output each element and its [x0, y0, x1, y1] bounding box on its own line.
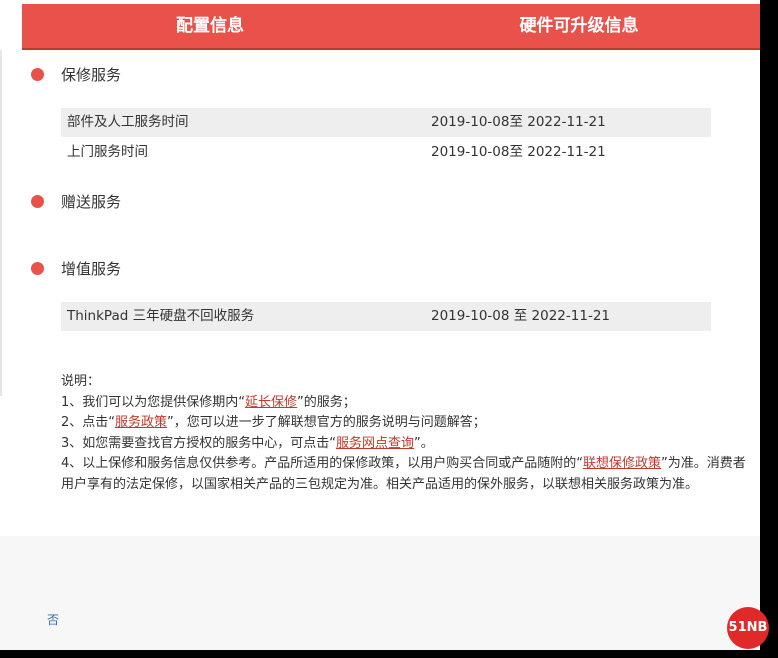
- note-text: 3、如您需要查找官方授权的服务中心，可点击“: [61, 435, 337, 451]
- bullet-dot-icon: [31, 68, 44, 81]
- service-period: 2019-10-08至 2022-11-21: [431, 114, 606, 130]
- bullet-dot-icon: [31, 195, 44, 208]
- note-line-1: 1、我们可以为您提供保修期内“延长保修”的服务；: [61, 393, 751, 414]
- tab-bar: 配置信息 硬件可升级信息: [22, 4, 760, 50]
- note-text: 1、我们可以为您提供保修期内“: [61, 394, 246, 410]
- extended-warranty-link[interactable]: 延长保修: [245, 395, 297, 410]
- notes-heading: 说明：: [61, 374, 101, 389]
- bottom-band: [0, 536, 760, 650]
- tab-upgradable-hardware[interactable]: 硬件可升级信息: [398, 4, 760, 48]
- service-name: 上门服务时间: [67, 144, 148, 160]
- lenovo-warranty-policy-link[interactable]: 联想保修政策: [583, 456, 661, 471]
- note-text: ”，您可以进一步了解联想官方的服务说明与问题解答；: [167, 415, 486, 430]
- table-row: ThinkPad 三年硬盘不回收服务 2019-10-08 至 2022-11-…: [61, 302, 711, 331]
- note-text: ”。: [414, 435, 434, 451]
- bullet-dot-icon: [31, 262, 44, 275]
- service-name: 部件及人工服务时间: [67, 114, 189, 130]
- site-logo-icon: 51NB: [727, 607, 769, 649]
- service-outlet-search-link[interactable]: 服务网点查询: [336, 436, 414, 451]
- note-line-2: 2、点击“服务政策”，您可以进一步了解联想官方的服务说明与问题解答；: [61, 413, 751, 434]
- tab-left-stub: [0, 4, 23, 50]
- service-period: 2019-10-08至 2022-11-21: [431, 144, 606, 160]
- note-line-4: 4、以上保修和服务信息仅供参考。产品所适用的保修政策，以用户购买合同或产品随附的…: [61, 454, 751, 495]
- notes-block: 说明： 1、我们可以为您提供保修期内“延长保修”的服务； 2、点击“服务政策”，…: [61, 372, 751, 495]
- service-policy-link[interactable]: 服务政策: [115, 415, 167, 430]
- section-title: 赠送服务: [61, 193, 122, 211]
- no-link[interactable]: 否: [47, 611, 59, 628]
- tab-config-info[interactable]: 配置信息: [22, 4, 398, 48]
- left-rule: [0, 50, 2, 396]
- section-title: 增值服务: [61, 260, 122, 278]
- table-row: 部件及人工服务时间 2019-10-08至 2022-11-21: [61, 108, 711, 137]
- service-name: ThinkPad 三年硬盘不回收服务: [67, 308, 255, 324]
- note-text: 2、点击“: [61, 415, 116, 430]
- service-panel: 配置信息 硬件可升级信息 保修服务 部件及人工服务时间 2019-10-08至 …: [0, 0, 760, 650]
- table-row: 上门服务时间 2019-10-08至 2022-11-21: [61, 138, 711, 167]
- note-text: ”的服务；: [297, 394, 356, 410]
- note-line-3: 3、如您需要查找官方授权的服务中心，可点击“服务网点查询”。: [61, 434, 751, 455]
- note-text: 4、以上保修和服务信息仅供参考。产品所适用的保修政策，以用户购买合同或产品随附的…: [61, 456, 584, 471]
- service-period: 2019-10-08 至 2022-11-21: [431, 308, 610, 324]
- section-title: 保修服务: [61, 66, 122, 84]
